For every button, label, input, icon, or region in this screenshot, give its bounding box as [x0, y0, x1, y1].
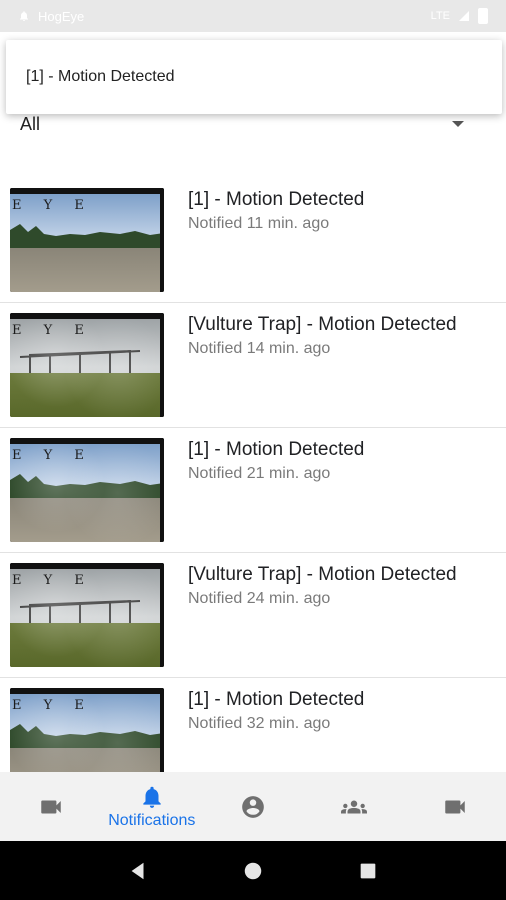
notification-item[interactable]: E Y E [Vulture Trap] - Motion Detected N…: [0, 303, 506, 428]
camera-brand-overlay: E Y E: [12, 198, 93, 213]
notification-time: Notified 14 min. ago: [188, 340, 331, 357]
notification-item[interactable]: E Y E [1] - Motion Detected Notified 32 …: [0, 678, 506, 772]
notification-title: [1] - Motion Detected: [188, 439, 365, 460]
camera-snapshot-thumbnail: E Y E: [10, 563, 164, 667]
account-circle-icon: [242, 795, 264, 818]
notification-item[interactable]: E Y E [1] - Motion Detected Notified 21 …: [0, 428, 506, 553]
notification-text: [Vulture Trap] - Motion Detected Notifie…: [188, 563, 457, 677]
notification-item[interactable]: E Y E [1] - Motion Detected Notified 11 …: [0, 178, 506, 303]
bell-icon: [143, 786, 161, 808]
status-bar-left: HogEye: [18, 9, 84, 24]
camera-snapshot-thumbnail: E Y E: [10, 688, 164, 772]
recents-icon[interactable]: [357, 860, 379, 882]
nav-item-notifications[interactable]: Notifications: [101, 772, 202, 841]
home-icon[interactable]: [242, 860, 264, 882]
nav-label-notifications: Notifications: [108, 811, 196, 829]
camera-icon: [40, 800, 61, 813]
battery-icon: [478, 8, 488, 24]
system-navigation-bar: [0, 841, 506, 900]
notification-item[interactable]: E Y E [Vulture Trap] - Motion Detected N…: [0, 553, 506, 678]
nav-item-cameras[interactable]: [0, 772, 101, 841]
status-bar: HogEye LTE: [0, 0, 506, 32]
notification-title: [Vulture Trap] - Motion Detected: [188, 564, 457, 585]
notification-time: Notified 11 min. ago: [188, 215, 330, 232]
notification-text: [1] - Motion Detected Notified 11 min. a…: [188, 188, 364, 302]
dropdown-option[interactable]: [1] - Motion Detected: [26, 68, 175, 86]
notification-title: [1] - Motion Detected: [188, 689, 365, 710]
notification-time: Notified 21 min. ago: [188, 465, 331, 482]
status-bar-right: LTE: [431, 8, 488, 24]
notification-time: Notified 24 min. ago: [188, 590, 331, 607]
notification-title: [1] - Motion Detected: [188, 189, 365, 210]
network-type: LTE: [430, 10, 450, 22]
group-icon: [341, 800, 368, 813]
camera-snapshot-thumbnail: E Y E: [10, 438, 164, 542]
chevron-down-icon: [452, 121, 464, 127]
notification-bell-icon: [20, 11, 28, 21]
camera-brand-overlay: E Y E: [12, 698, 93, 713]
notification-time: Notified 32 min. ago: [188, 715, 331, 732]
nav-item-account[interactable]: [202, 772, 303, 841]
app-name: HogEye: [38, 8, 85, 24]
camera-snapshot-thumbnail: E Y E: [10, 313, 164, 417]
camera-icon: [445, 800, 466, 813]
notification-text: [1] - Motion Detected Notified 21 min. a…: [188, 438, 364, 552]
camera-snapshot-thumbnail: E Y E: [10, 188, 164, 292]
back-icon[interactable]: [127, 860, 149, 882]
notification-title: [Vulture Trap] - Motion Detected: [188, 314, 457, 335]
bottom-navigation: Notifications: [0, 772, 506, 841]
notification-list[interactable]: E Y E [1] - Motion Detected Notified 11 …: [0, 178, 506, 772]
filter-dropdown-menu: [1] - Motion Detected: [6, 40, 502, 114]
camera-brand-overlay: E Y E: [12, 573, 93, 588]
signal-icon: [459, 11, 469, 21]
notification-text: [Vulture Trap] - Motion Detected Notifie…: [188, 313, 457, 427]
notification-text: [1] - Motion Detected Notified 32 min. a…: [188, 688, 364, 772]
nav-item-groups[interactable]: [304, 772, 405, 841]
filter-selected-value: All: [20, 113, 41, 134]
camera-brand-overlay: E Y E: [12, 323, 93, 338]
nav-item-videos[interactable]: [405, 772, 506, 841]
camera-brand-overlay: E Y E: [12, 448, 93, 463]
